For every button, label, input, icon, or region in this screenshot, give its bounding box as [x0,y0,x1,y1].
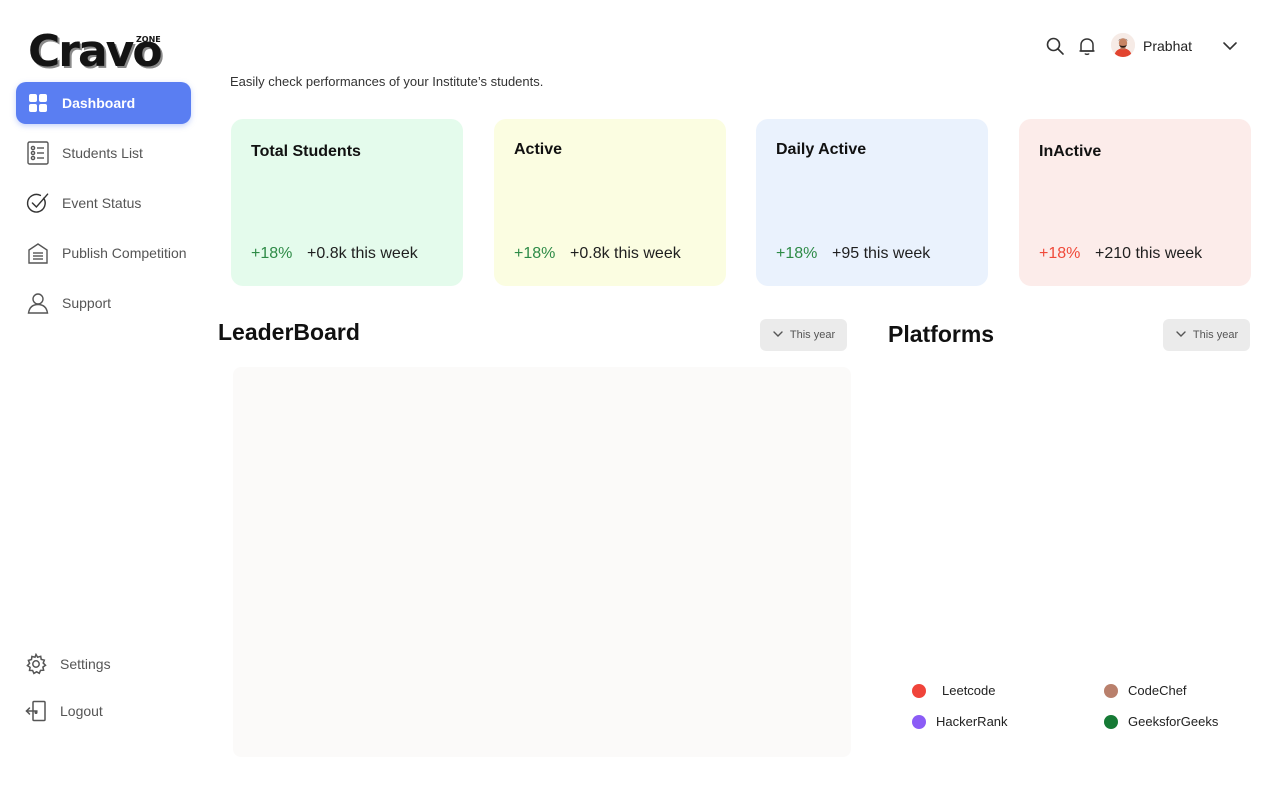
search-icon[interactable] [1045,36,1065,56]
svg-text:Cravo: Cravo [28,26,161,76]
avatar[interactable] [1111,33,1135,57]
platforms-year-filter[interactable]: This year [1163,319,1250,351]
user-name[interactable]: Prabhat [1143,38,1192,54]
publish-competition-icon [26,241,50,265]
filter-label: This year [1192,329,1239,341]
card-percent: +18% [776,245,818,262]
svg-text:ZONE: ZONE [136,35,161,44]
card-weekly-change: +0.8k this week [307,245,418,262]
card-weekly-change: +210 this week [1095,245,1203,262]
legend-item-geeksforgeeks: GeeksforGeeks [1104,714,1218,729]
legend-label: Leetcode [942,683,996,698]
chevron-down-icon [772,328,784,343]
legend-label: CodeChef [1128,683,1187,698]
logout-icon [24,699,48,723]
leaderboard-panel [233,367,851,757]
card-weekly-change: +95 this week [832,245,931,262]
leaderboard-title: LeaderBoard [218,319,360,345]
students-list-icon [26,141,50,165]
leaderboard-year-filter[interactable]: This year [760,319,847,351]
gear-icon [24,652,48,676]
brand-logo[interactable]: Cravo Cravo ZONE [28,24,168,76]
sidebar-item-support[interactable]: Support [16,282,191,324]
sidebar-item-label: Publish Competition [62,245,187,261]
sidebar-item-publish-competition[interactable]: Publish Competition [16,232,191,274]
legend-item-hackerrank: HackerRank [912,714,1008,729]
legend-dot [912,683,926,698]
event-status-icon [26,191,50,215]
card-title: Total Students [251,143,361,160]
sidebar-item-dashboard[interactable]: Dashboard [16,82,191,124]
sidebar-item-label: Dashboard [62,95,136,111]
sidebar-item-students-list[interactable]: Students List [16,132,191,174]
sidebar-item-settings[interactable]: Settings [14,643,189,685]
dashboard-icon [26,91,50,115]
legend-item-leetcode: Leetcode [912,683,996,698]
bell-icon[interactable] [1077,36,1097,56]
avatar-image [1111,33,1135,57]
chevron-down-icon [1175,328,1187,343]
legend-dot [912,714,926,729]
card-percent: +18% [1039,245,1081,262]
legend-dot [1104,714,1118,729]
legend-label: GeeksforGeeks [1128,714,1219,729]
card-percent: +18% [514,245,556,262]
sidebar-item-event-status[interactable]: Event Status [16,182,191,224]
stat-card-inactive: InActive +18% +210 this week [1019,119,1251,286]
sidebar-item-label: Event Status [62,195,142,211]
page-subtitle: Easily check performances of your Instit… [230,74,544,89]
filter-label: This year [789,329,836,341]
platforms-title: Platforms [888,321,995,347]
card-title: Active [514,141,563,158]
card-title: InActive [1039,143,1102,160]
sidebar-item-logout[interactable]: Logout [14,690,189,732]
card-weekly-change: +0.8k this week [570,245,681,262]
support-icon [26,291,50,315]
legend-label: HackerRank [936,714,1008,729]
logo-image: Cravo Cravo ZONE [28,26,165,76]
sidebar-item-label: Settings [60,656,111,672]
legend-dot [1104,683,1118,698]
sidebar-item-label: Students List [62,145,143,161]
stat-card-daily-active: Daily Active +18% +95 this week [756,119,988,286]
sidebar-item-label: Support [62,295,112,311]
card-title: Daily Active [776,141,867,158]
sidebar-item-label: Logout [60,703,103,719]
chevron-down-icon[interactable] [1222,38,1238,54]
legend-item-codechef: CodeChef [1104,683,1187,698]
card-percent: +18% [251,245,293,262]
stat-card-active: Active +18% +0.8k this week [494,119,726,286]
stat-card-total-students: Total Students +18% +0.8k this week [231,119,463,286]
